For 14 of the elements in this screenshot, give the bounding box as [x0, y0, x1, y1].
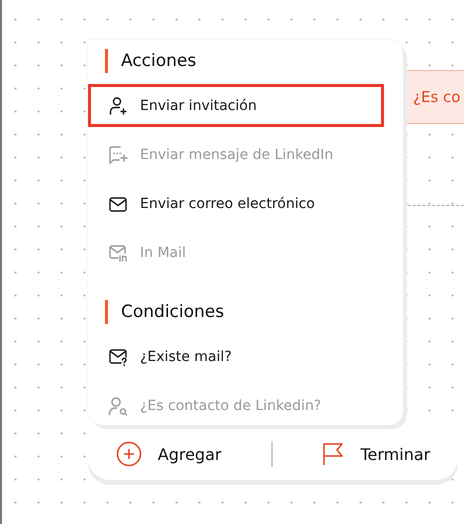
finish-button[interactable]: Terminar [316, 438, 436, 470]
menu-item[interactable]: Enviar correo electrónico [88, 182, 384, 225]
envelope-question-icon [108, 346, 128, 366]
envelope-in-icon [108, 242, 128, 262]
chat-plus-icon [108, 144, 128, 164]
user-search-icon [108, 396, 128, 416]
plus-circle-icon [116, 441, 142, 467]
menu-item[interactable]: Enviar invitación [88, 84, 384, 127]
menu-item[interactable]: ¿Existe mail? [88, 335, 384, 378]
section-heading: Condiciones [105, 300, 403, 324]
flag-icon [322, 442, 344, 466]
section-heading: Acciones [105, 49, 403, 73]
user-plus-icon [108, 96, 128, 116]
add-button[interactable]: Agregar [110, 437, 228, 471]
